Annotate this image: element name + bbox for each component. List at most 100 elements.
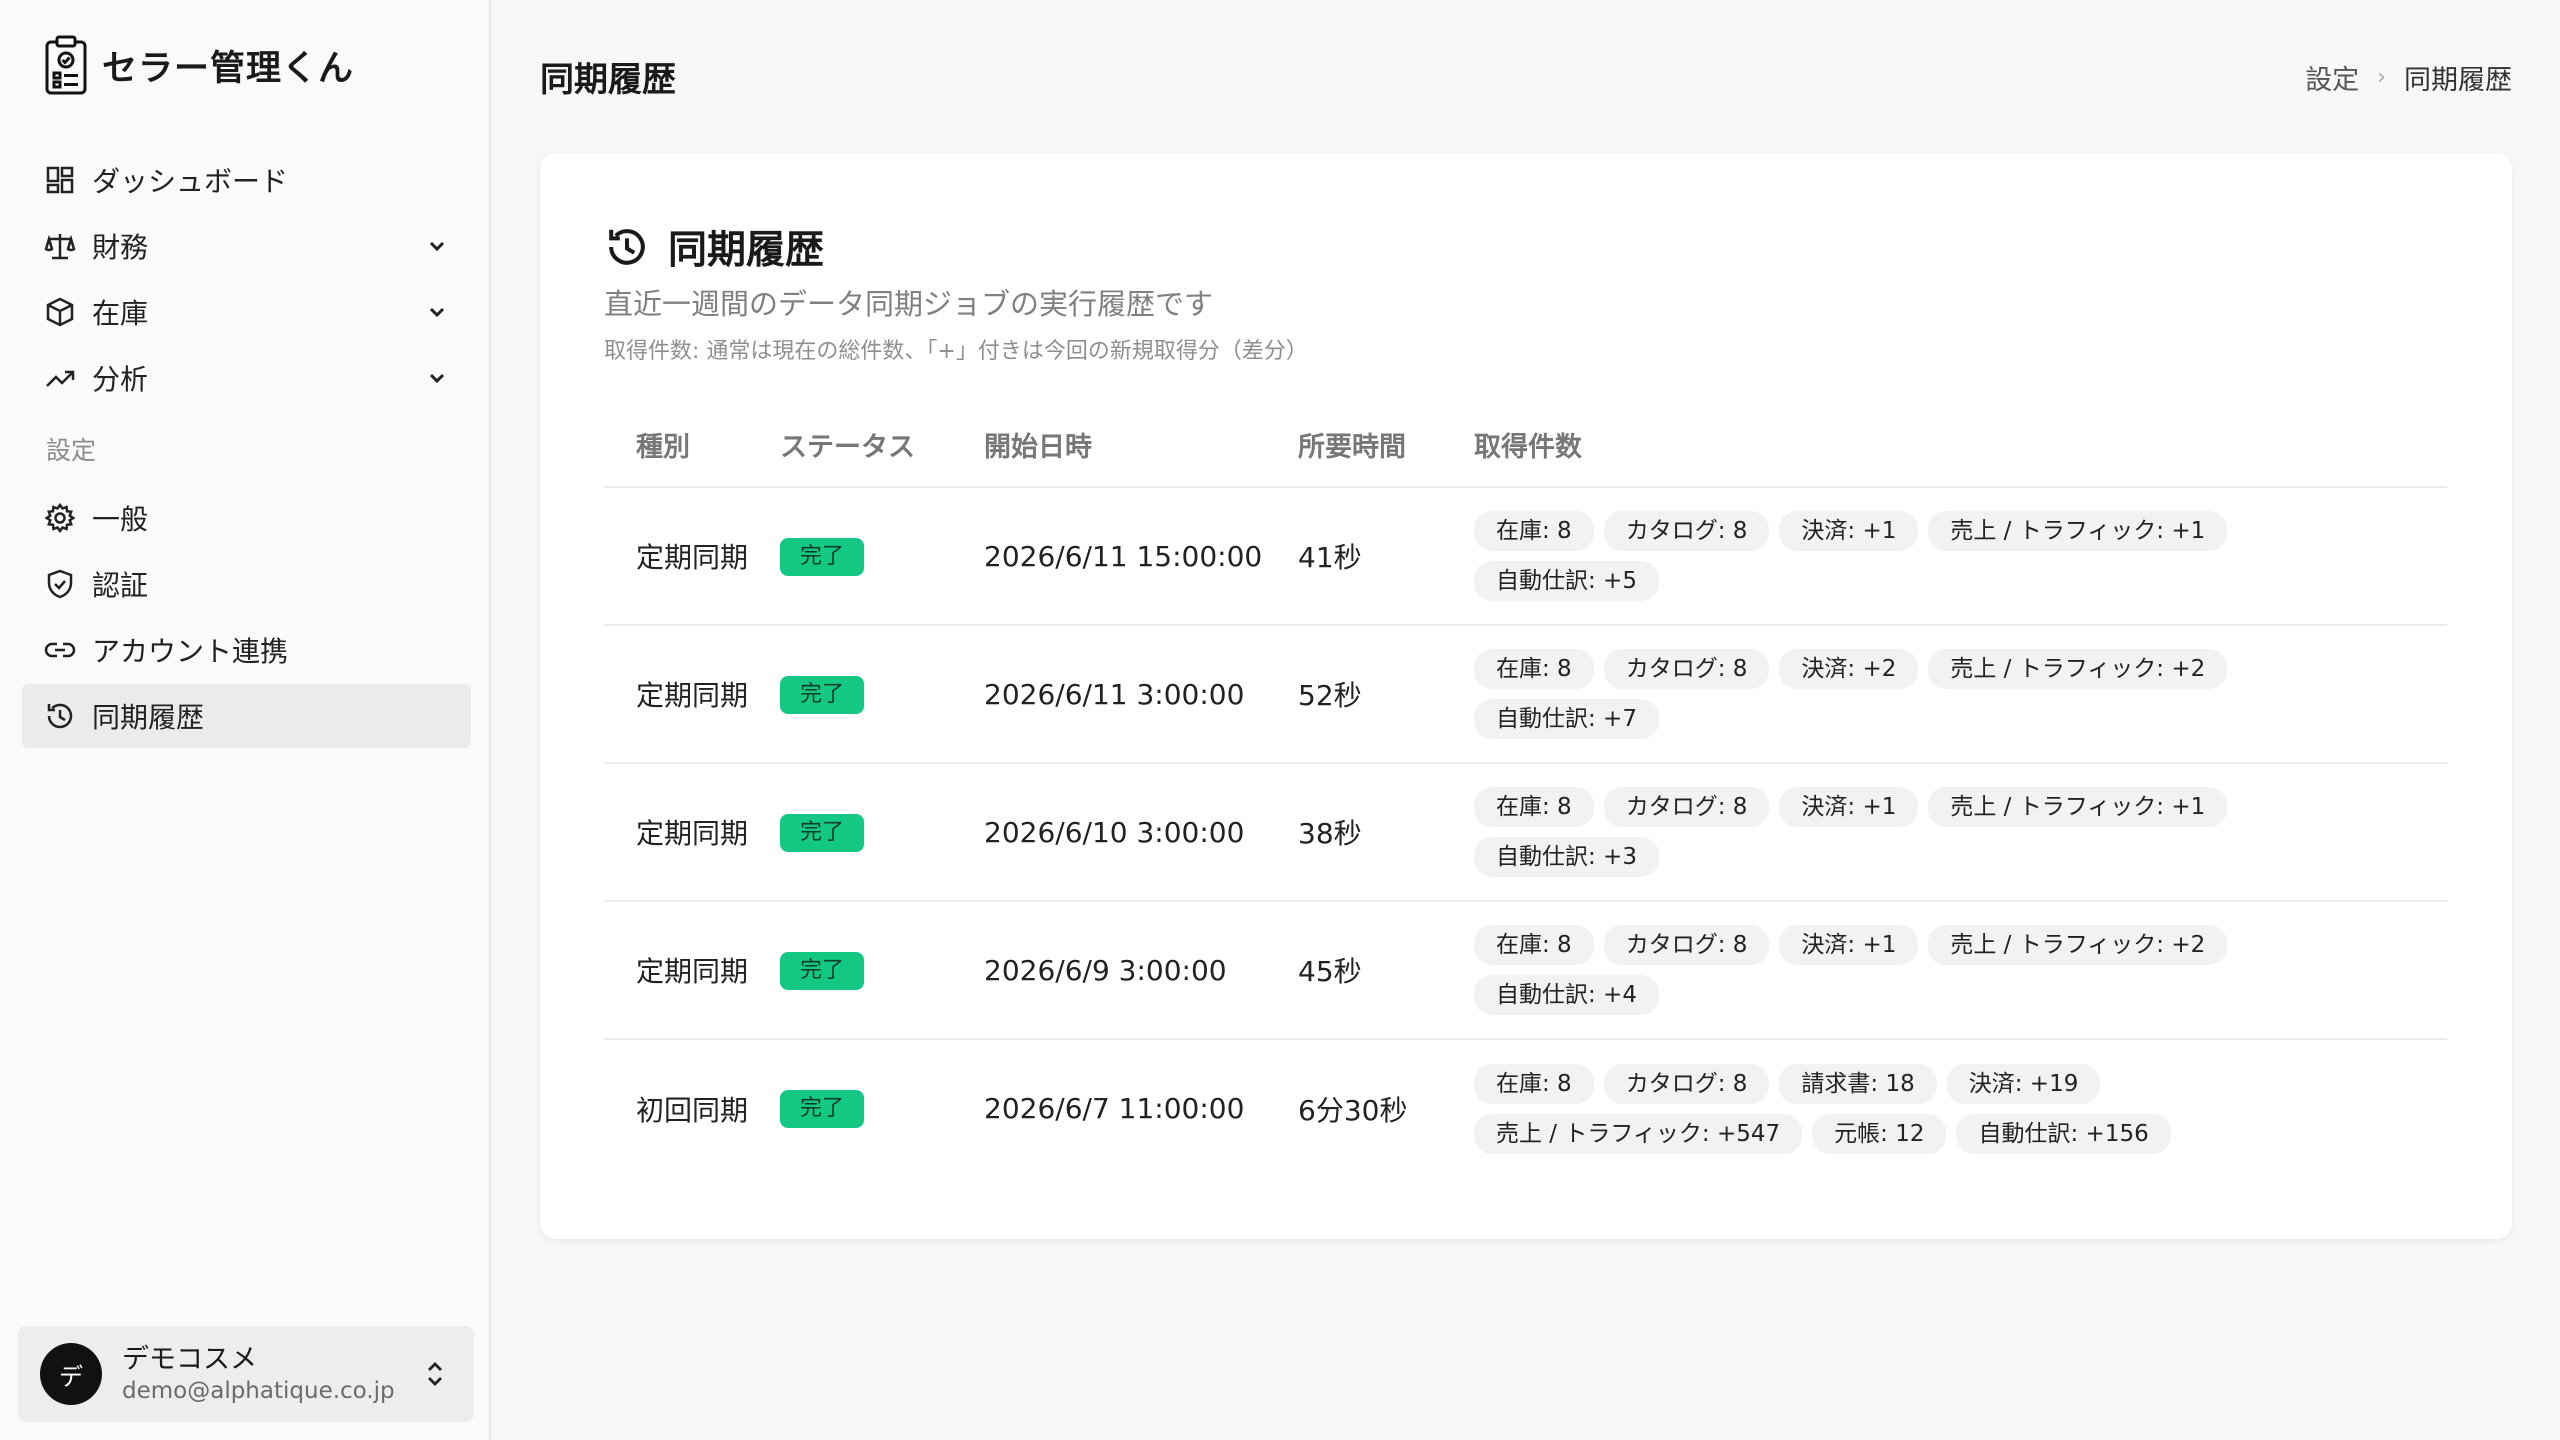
sidebar-nav: ダッシュボード 財務 在庫 分析 設定 一般 認証 アカウント連携 同期履歴 <box>22 148 471 750</box>
count-chip: 売上 / トラフィック: +2 <box>1928 925 2228 965</box>
column-header-start: 開始日時 <box>984 403 1298 488</box>
breadcrumb: 設定 › 同期履歴 <box>2305 58 2512 97</box>
app-name: セラー管理くん <box>102 48 355 89</box>
count-chip: 自動仕訳: +7 <box>1474 699 1659 739</box>
sidebar-item-label: アカウント連携 <box>92 635 289 668</box>
table-row: 初回同期 完了 2026/6/7 11:00:00 6分30秒 在庫: 8 カタログ: 8… <box>604 1039 2447 1177</box>
count-chip: 売上 / トラフィック: +2 <box>1928 649 2228 689</box>
card-note: 取得件数: 通常は現在の総件数、「+」付きは今回の新規取得分（差分） <box>604 339 1308 364</box>
table-row: 定期同期 完了 2026/6/11 3:00:00 52秒 在庫: 8 カタログ: 8 決済… <box>604 625 2447 764</box>
cell-counts: 在庫: 8 カタログ: 8 決済: +1 売上 / トラフィック: +1 自動仕訳: +… <box>1474 487 2447 626</box>
count-chip: 請求書: 18 <box>1779 1063 1937 1104</box>
sidebar-item-inventory[interactable]: 在庫 <box>22 280 471 344</box>
scale-icon <box>44 234 76 260</box>
cell-start: 2026/6/11 3:00:00 <box>984 625 1298 764</box>
sidebar-item-analytics[interactable]: 分析 <box>22 346 471 410</box>
cell-counts: 在庫: 8 カタログ: 8 決済: +1 売上 / トラフィック: +1 自動仕訳: +… <box>1474 763 2447 902</box>
chevrons-up-down-icon <box>428 1362 442 1386</box>
column-header-type: 種別 <box>604 403 780 488</box>
status-badge: 完了 <box>780 1090 865 1128</box>
sidebar-item-finance[interactable]: 財務 <box>22 214 471 278</box>
count-chip: 売上 / トラフィック: +1 <box>1928 787 2228 827</box>
card-header: 同期履歴 <box>604 219 824 275</box>
cell-status: 完了 <box>780 763 984 902</box>
cell-status: 完了 <box>780 1039 984 1177</box>
cell-counts: 在庫: 8 カタログ: 8 決済: +2 売上 / トラフィック: +2 自動仕訳: +… <box>1474 625 2447 764</box>
dashboard-grid-icon <box>46 166 74 194</box>
cell-duration: 41秒 <box>1298 487 1474 626</box>
count-chip: 在庫: 8 <box>1474 925 1594 965</box>
sidebar-item-label: ダッシュボード <box>92 165 289 198</box>
box-icon <box>46 297 74 327</box>
cell-start: 2026/6/10 3:00:00 <box>984 763 1298 902</box>
count-chips: 在庫: 8 カタログ: 8 決済: +1 売上 / トラフィック: +2 自動仕訳: +… <box>1474 925 2234 1015</box>
sidebar-item-label: 一般 <box>92 503 149 536</box>
table-header-row: 種別 ステータス 開始日時 所要時間 取得件数 <box>604 403 2447 488</box>
count-chip: 売上 / トラフィック: +547 <box>1474 1113 1803 1154</box>
cell-status: 完了 <box>780 487 984 626</box>
sidebar-section-settings: 設定 <box>46 436 97 465</box>
sidebar-item-dashboard[interactable]: ダッシュボード <box>22 148 471 212</box>
column-header-status: ステータス <box>780 403 984 488</box>
breadcrumb-current: 同期履歴 <box>2404 65 2512 96</box>
table-row: 定期同期 完了 2026/6/9 3:00:00 45秒 在庫: 8 カタログ: 8 決済:… <box>604 901 2447 1040</box>
sidebar-item-general[interactable]: 一般 <box>22 486 471 550</box>
count-chip: 自動仕訳: +156 <box>1956 1113 2171 1154</box>
brand[interactable]: セラー管理くん <box>44 34 354 96</box>
count-chip: 決済: +19 <box>1946 1063 2101 1104</box>
sidebar-item-sync-history[interactable]: 同期履歴 <box>22 684 471 748</box>
sync-history-table: 種別 ステータス 開始日時 所要時間 取得件数 定期同期 完了 2026/6/11 … <box>604 403 2447 1177</box>
cell-type: 定期同期 <box>604 763 780 902</box>
status-badge: 完了 <box>780 813 865 852</box>
status-badge: 完了 <box>780 675 865 714</box>
cell-duration: 52秒 <box>1298 625 1474 764</box>
card-description: 直近一週間のデータ同期ジョブの実行履歴です <box>604 287 1214 321</box>
cell-type: 初回同期 <box>636 1093 749 1127</box>
cell-status: 完了 <box>780 901 984 1040</box>
cell-status: 完了 <box>780 625 984 764</box>
count-chip: 自動仕訳: +4 <box>1474 975 1659 1015</box>
sidebar-item-label: 財務 <box>92 231 149 264</box>
link-icon <box>44 642 76 658</box>
sidebar-item-account-link[interactable]: アカウント連携 <box>22 618 471 682</box>
user-name: デモコスメ <box>122 1344 257 1375</box>
count-chip: 決済: +1 <box>1779 925 1919 965</box>
gear-icon <box>44 502 76 534</box>
cell-type: 定期同期 <box>604 901 780 1040</box>
main-content: 同期履歴 設定 › 同期履歴 同期履歴 直近一週間のデータ同期ジョブの実行履歴で… <box>491 0 2560 1440</box>
sidebar-item-label: 認証 <box>92 569 149 602</box>
shield-check-icon <box>47 569 73 599</box>
count-chips: 在庫: 8 カタログ: 8 決済: +1 売上 / トラフィック: +1 自動仕訳: +… <box>1474 511 2234 601</box>
cell-start: 2026/6/11 15:00:00 <box>984 487 1298 626</box>
count-chip: カタログ: 8 <box>1603 925 1770 965</box>
count-chip: カタログ: 8 <box>1603 787 1770 827</box>
user-menu[interactable]: デ デモコスメ demo@alphatique.co.jp <box>18 1326 474 1422</box>
cell-type: 定期同期 <box>604 487 780 626</box>
breadcrumb-separator-icon: › <box>2377 65 2386 90</box>
count-chip: カタログ: 8 <box>1603 1063 1770 1104</box>
count-chips: 在庫: 8 カタログ: 8 決済: +1 売上 / トラフィック: +1 自動仕訳: +… <box>1474 787 2234 877</box>
count-chip: 在庫: 8 <box>1474 1063 1594 1104</box>
count-chip: 売上 / トラフィック: +1 <box>1928 511 2228 551</box>
user-info: デモコスメ demo@alphatique.co.jp <box>122 1343 395 1405</box>
cell-counts: 在庫: 8 カタログ: 8 決済: +1 売上 / トラフィック: +2 自動仕訳: +… <box>1474 901 2447 1040</box>
count-chip: 在庫: 8 <box>1474 787 1594 827</box>
sidebar-item-auth[interactable]: 認証 <box>22 552 471 616</box>
breadcrumb-parent[interactable]: 設定 <box>2305 58 2359 97</box>
count-chip: カタログ: 8 <box>1603 649 1770 689</box>
count-chip: カタログ: 8 <box>1603 511 1770 551</box>
count-chip: 在庫: 8 <box>1474 649 1594 689</box>
history-icon <box>609 229 645 265</box>
sidebar-item-label: 同期履歴 <box>92 701 205 734</box>
history-icon <box>47 703 73 729</box>
status-badge: 完了 <box>780 537 865 576</box>
cell-start: 2026/6/7 11:00:00 <box>984 1092 1245 1125</box>
count-chip: 決済: +1 <box>1779 787 1919 827</box>
count-chip: 自動仕訳: +3 <box>1474 837 1659 877</box>
table-row: 定期同期 完了 2026/6/10 3:00:00 38秒 在庫: 8 カタログ: 8 決済… <box>604 763 2447 902</box>
cell-duration: 38秒 <box>1298 763 1474 902</box>
column-header-duration: 所要時間 <box>1298 403 1474 488</box>
sync-history-card: 同期履歴 直近一週間のデータ同期ジョブの実行履歴です 取得件数: 通常は現在の総… <box>540 153 2512 1239</box>
count-chip: 決済: +2 <box>1779 649 1919 689</box>
sidebar-item-label: 在庫 <box>92 297 149 330</box>
